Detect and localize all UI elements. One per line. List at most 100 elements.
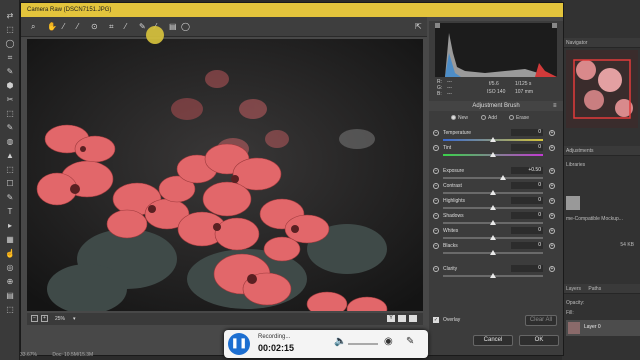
slider-value[interactable]: 0 (511, 144, 543, 151)
slider-thumb[interactable] (500, 175, 506, 180)
pen-icon[interactable]: ✎ (406, 336, 414, 347)
copy-settings-icon[interactable] (409, 315, 417, 322)
cancel-button[interactable]: Cancel (473, 335, 513, 346)
graduated-filter-icon[interactable]: ▤ (169, 23, 177, 31)
navigator-tab[interactable]: Navigator (562, 38, 640, 48)
webcam-icon[interactable]: ◉ (384, 336, 393, 347)
clear-all-button[interactable]: Clear All (525, 315, 557, 326)
ps-tool-icon[interactable]: ⌗ (4, 54, 16, 62)
ps-tool-icon[interactable]: ⬚ (4, 110, 16, 118)
decrease-icon[interactable]: − (433, 183, 439, 189)
ps-tool-icon[interactable]: ▤ (4, 292, 16, 300)
opacity-row[interactable]: Opacity: (562, 298, 640, 308)
ps-tool-icon[interactable]: ☐ (4, 180, 16, 188)
slider-value[interactable]: 0 (511, 242, 543, 249)
slider-value[interactable]: +0.50 (511, 167, 543, 174)
ps-tool-icon[interactable]: ✎ (4, 68, 16, 76)
panel-menu-icon[interactable]: ≡ (553, 101, 557, 111)
paths-tab[interactable]: Paths (588, 286, 601, 292)
mode-new-radio[interactable] (451, 115, 456, 121)
hand-icon[interactable]: ✋ (47, 23, 57, 31)
increase-icon[interactable]: + (549, 198, 555, 204)
highlight-clipping-icon[interactable] (552, 23, 557, 28)
increase-icon[interactable]: + (549, 228, 555, 234)
file-row[interactable]: me-Compatible Mockup... (562, 214, 640, 224)
slider-thumb[interactable] (490, 235, 496, 240)
increase-icon[interactable]: + (549, 243, 555, 249)
increase-icon[interactable]: + (549, 266, 555, 272)
increase-icon[interactable]: + (549, 130, 555, 136)
ps-tool-icon[interactable]: T (4, 208, 16, 216)
fullscreen-icon[interactable]: ⇱ (415, 23, 422, 31)
increase-icon[interactable]: + (549, 213, 555, 219)
increase-icon[interactable]: + (549, 168, 555, 174)
adjustments-tab[interactable]: Adjustments (562, 146, 640, 156)
crop-icon[interactable]: ⌗ (109, 23, 114, 31)
white-balance-icon[interactable]: ⁄ (63, 23, 64, 31)
decrease-icon[interactable]: − (433, 168, 439, 174)
ps-tool-icon[interactable]: ✎ (4, 124, 16, 132)
slider-value[interactable]: 0 (511, 265, 543, 272)
ps-tool-icon[interactable]: ▸ (4, 222, 16, 230)
slider-value[interactable]: 0 (511, 227, 543, 234)
slider-thumb[interactable] (490, 190, 496, 195)
layer-row[interactable]: Layer 0 (566, 320, 640, 336)
slider-value[interactable]: 0 (511, 197, 543, 204)
before-after-y-icon[interactable]: Y (387, 315, 395, 322)
increase-icon[interactable]: + (549, 183, 555, 189)
ps-tool-icon[interactable]: ✂ (4, 96, 16, 104)
slider-thumb[interactable] (490, 137, 496, 142)
target-adjust-icon[interactable]: ⊙ (91, 23, 98, 31)
zoom-in-button[interactable]: + (41, 315, 48, 322)
pause-button[interactable]: ❚❚ (228, 333, 250, 355)
decrease-icon[interactable]: − (433, 130, 439, 136)
decrease-icon[interactable]: − (433, 145, 439, 151)
decrease-icon[interactable]: − (433, 213, 439, 219)
slider-value[interactable]: 0 (511, 129, 543, 136)
mode-add[interactable]: Add (481, 115, 497, 121)
ps-tool-icon[interactable]: ⇄ (4, 12, 16, 20)
slider-thumb[interactable] (490, 220, 496, 225)
decrease-icon[interactable]: − (433, 198, 439, 204)
mode-add-radio[interactable] (481, 115, 486, 121)
ps-tool-icon[interactable]: ◍ (4, 138, 16, 146)
color-sampler-icon[interactable]: ⁄ (77, 23, 78, 31)
shadow-clipping-icon[interactable] (435, 23, 440, 28)
audio-icon[interactable]: 🔈 (334, 336, 346, 347)
ps-tool-icon[interactable]: ◎ (4, 264, 16, 272)
zoom-level[interactable]: 25% (55, 316, 65, 322)
ps-tool-icon[interactable]: ⬚ (4, 306, 16, 314)
straighten-icon[interactable]: ⁄ (125, 23, 126, 31)
ok-button[interactable]: OK (519, 335, 559, 346)
mode-erase-radio[interactable] (509, 115, 514, 121)
mode-erase[interactable]: Erase (509, 115, 529, 121)
ps-tool-icon[interactable]: ▦ (4, 236, 16, 244)
ps-tool-icon[interactable]: ✎ (4, 194, 16, 202)
ps-tool-icon[interactable]: ◯ (4, 40, 16, 48)
slider-thumb[interactable] (490, 205, 496, 210)
swap-view-icon[interactable] (398, 315, 406, 322)
zoom-icon[interactable]: ⌕ (31, 23, 35, 31)
fill-row[interactable]: Fill: (562, 308, 640, 318)
decrease-icon[interactable]: − (433, 266, 439, 272)
slider-track[interactable] (443, 177, 543, 179)
zoom-dropdown-icon[interactable]: ▾ (73, 316, 76, 322)
layers-tab[interactable]: Layers (566, 286, 581, 292)
libraries-row[interactable]: Libraries (562, 160, 640, 170)
ps-tool-icon[interactable]: ⬢ (4, 82, 16, 90)
decrease-icon[interactable]: − (433, 243, 439, 249)
slider-thumb[interactable] (490, 152, 496, 157)
slider-thumb[interactable] (490, 273, 496, 278)
audio-slider[interactable] (348, 343, 378, 345)
ps-tool-icon[interactable]: ▲ (4, 152, 16, 160)
slider-value[interactable]: 0 (511, 182, 543, 189)
slider-value[interactable]: 0 (511, 212, 543, 219)
ps-tool-icon[interactable]: ⊕ (4, 278, 16, 286)
overlay-checkbox[interactable]: ✓ (433, 317, 439, 323)
zoom-out-button[interactable]: − (31, 315, 38, 322)
mode-new[interactable]: New (451, 115, 468, 121)
slider-thumb[interactable] (490, 250, 496, 255)
ps-tool-icon[interactable]: ⬚ (4, 166, 16, 174)
ps-tool-icon[interactable]: ☝ (4, 250, 16, 258)
preview-image[interactable] (27, 39, 423, 311)
